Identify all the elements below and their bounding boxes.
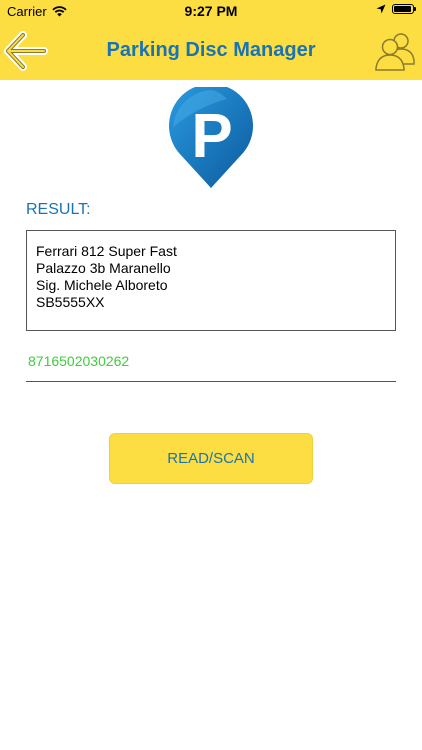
result-line: Sig. Michele Alboreto [36,277,168,293]
result-line: Palazzo 3b Maranello [36,260,171,276]
parking-pin-icon: P [169,83,254,188]
logo-letter: P [191,102,232,171]
app-logo: P [167,83,255,189]
nav-bar: Parking Disc Manager [0,22,422,80]
battery-icon [392,4,416,14]
result-textarea[interactable]: Ferrari 812 Super Fast Palazzo 3b Marane… [26,230,396,331]
status-right [376,4,416,14]
status-time: 9:27 PM [184,3,238,19]
users-icon [375,33,415,71]
result-line: SB5555XX [36,294,105,310]
location-arrow-icon [376,4,386,14]
barcode-value: 8716502030262 [28,353,130,369]
status-bar: Carrier 9:27 PM [0,0,422,22]
users-button[interactable] [374,30,416,72]
barcode-field[interactable]: 8716502030262 [26,350,396,382]
page-title: Parking Disc Manager [106,39,316,61]
result-label: RESULT: [26,201,91,218]
read-scan-button[interactable]: READ/SCAN [109,433,313,484]
result-line: Ferrari 812 Super Fast [36,243,177,259]
